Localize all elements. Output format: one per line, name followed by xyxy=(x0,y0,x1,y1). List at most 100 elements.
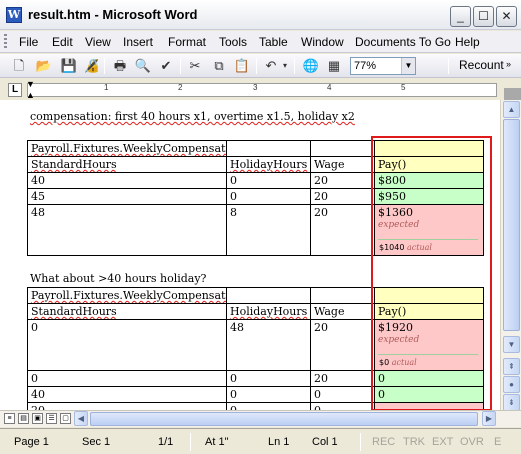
horizontal-scroll-thumb[interactable] xyxy=(90,412,478,426)
recount-button[interactable]: Recount xyxy=(459,58,504,72)
table-cell[interactable]: 20 xyxy=(310,188,375,205)
insert-hyperlink-icon[interactable]: 🌐 xyxy=(302,57,320,75)
undo-icon[interactable]: ↶ xyxy=(262,57,280,75)
pay-cell-pass[interactable]: $800 xyxy=(374,172,484,189)
maximize-button[interactable]: ☐ xyxy=(473,6,494,27)
new-document-icon[interactable]: 🗋 xyxy=(10,57,28,75)
tables-borders-icon[interactable]: ▦ xyxy=(325,57,343,75)
menu-tools[interactable]: Tools xyxy=(219,35,247,49)
next-page-icon[interactable]: ⇟ xyxy=(503,394,520,411)
status-rec[interactable]: REC xyxy=(372,436,395,448)
copy-icon[interactable]: ⧉ xyxy=(210,57,228,75)
fixture-name-cell[interactable]: Payroll.Fixtures.WeeklyCompensation xyxy=(27,287,227,304)
header-cell[interactable]: Wage xyxy=(310,303,375,320)
open-folder-icon[interactable]: 📂 xyxy=(35,57,53,75)
table-cell[interactable]: 40 xyxy=(27,386,227,403)
table-cell[interactable] xyxy=(226,140,311,157)
menu-format[interactable]: Format xyxy=(168,35,206,49)
toolbar-options-icon[interactable]: » xyxy=(506,59,511,69)
fixture-name-cell[interactable]: Payroll.Fixtures.WeeklyCompensation xyxy=(27,140,227,157)
minimize-button[interactable]: _ xyxy=(450,6,471,27)
pay-cell-partial[interactable] xyxy=(374,402,484,410)
menu-file[interactable]: File xyxy=(19,35,38,49)
ruler-bar[interactable] xyxy=(27,83,521,100)
table-cell[interactable]: 0 xyxy=(310,386,375,403)
table-cell[interactable] xyxy=(310,140,375,157)
menu-view[interactable]: View xyxy=(85,35,111,49)
document-page[interactable]: compensation: first 40 hours x1, overtim… xyxy=(0,100,500,410)
table-cell[interactable]: 20 xyxy=(27,402,227,410)
paste-icon[interactable]: 📋 xyxy=(233,57,251,75)
undo-dropdown-icon[interactable]: ▾ xyxy=(280,57,290,75)
close-button[interactable]: ✕ xyxy=(496,6,517,27)
menu-documents-to-go[interactable]: Documents To Go xyxy=(355,35,451,49)
table-cell[interactable] xyxy=(374,140,484,157)
menu-grip-icon[interactable] xyxy=(4,34,7,50)
table-cell[interactable]: 48 xyxy=(226,319,311,371)
print-layout-view-icon[interactable]: ▣ xyxy=(32,413,43,424)
table-cell[interactable]: 0 xyxy=(226,188,311,205)
table-cell[interactable]: 0 xyxy=(226,370,311,387)
status-trk[interactable]: TRK xyxy=(403,436,425,448)
status-ovr[interactable]: OVR xyxy=(460,436,484,448)
table-cell[interactable]: 0 xyxy=(27,370,227,387)
header-cell[interactable]: HolidayHours xyxy=(226,303,311,320)
select-browse-object-icon[interactable]: ● xyxy=(503,376,520,393)
scroll-thumb[interactable] xyxy=(503,119,520,331)
pay-cell-fail[interactable]: $1360 expected $1040 actual xyxy=(374,204,484,256)
table-cell[interactable]: 0 xyxy=(310,402,375,410)
table-cell[interactable]: 20 xyxy=(310,172,375,189)
menu-help[interactable]: Help xyxy=(455,35,480,49)
reading-layout-view-icon[interactable]: ▢ xyxy=(60,413,71,424)
previous-page-icon[interactable]: ⇞ xyxy=(503,358,520,375)
header-cell[interactable]: Pay() xyxy=(374,156,484,173)
scroll-left-icon[interactable]: ◀ xyxy=(74,411,88,426)
table-cell[interactable]: 45 xyxy=(27,188,227,205)
word-app-icon[interactable]: W xyxy=(6,7,22,23)
table-cell[interactable]: 0 xyxy=(27,319,227,371)
header-cell[interactable]: StandardHours xyxy=(27,156,227,173)
header-cell[interactable]: Wage xyxy=(310,156,375,173)
normal-view-icon[interactable]: ≡ xyxy=(4,413,15,424)
table-cell[interactable]: 8 xyxy=(226,204,311,256)
outline-view-icon[interactable]: ☰ xyxy=(46,413,57,424)
table-cell[interactable] xyxy=(374,287,484,304)
status-ext[interactable]: EXT xyxy=(432,436,453,448)
header-cell[interactable]: StandardHours xyxy=(27,303,227,320)
spelling-icon[interactable]: ✔ xyxy=(157,57,175,75)
scroll-up-icon[interactable]: ▲ xyxy=(503,101,520,118)
pay-cell-pass[interactable]: $950 xyxy=(374,188,484,205)
chevron-down-icon[interactable]: ▼ xyxy=(401,58,415,74)
table-cell[interactable]: 20 xyxy=(310,370,375,387)
zoom-select[interactable]: 77% ▼ xyxy=(350,57,416,75)
table-cell[interactable]: 40 xyxy=(27,172,227,189)
table-cell[interactable] xyxy=(226,287,311,304)
menu-edit[interactable]: Edit xyxy=(52,35,73,49)
menu-table[interactable]: Table xyxy=(259,35,288,49)
table-cell[interactable]: 20 xyxy=(310,319,375,371)
menu-insert[interactable]: Insert xyxy=(123,35,153,49)
tab-selector-icon[interactable]: L xyxy=(8,83,22,97)
pay-cell-fail[interactable]: $1920 expected $0 actual xyxy=(374,319,484,371)
table-cell[interactable]: 20 xyxy=(310,204,375,256)
header-cell[interactable]: HolidayHours xyxy=(226,156,311,173)
table-cell[interactable]: 0 xyxy=(226,386,311,403)
table-cell[interactable] xyxy=(310,287,375,304)
menu-window[interactable]: Window xyxy=(301,35,344,49)
table-cell[interactable]: 48 xyxy=(27,204,227,256)
header-cell[interactable]: Pay() xyxy=(374,303,484,320)
pay-cell-pass[interactable]: 0 xyxy=(374,370,484,387)
table-cell[interactable]: 0 xyxy=(226,172,311,189)
first-line-indent-icon[interactable]: ▼ xyxy=(26,80,35,89)
print-icon[interactable]: 🖶 xyxy=(111,57,129,75)
permission-icon[interactable]: 🔏 xyxy=(83,57,101,75)
hanging-indent-icon[interactable]: ▲ xyxy=(26,91,35,100)
table-cell[interactable]: 0 xyxy=(226,402,311,410)
scroll-down-icon[interactable]: ▼ xyxy=(503,336,520,353)
scroll-right-icon[interactable]: ▶ xyxy=(482,411,496,426)
cut-icon[interactable]: ✂ xyxy=(186,57,204,75)
print-preview-icon[interactable]: 🔍 xyxy=(134,57,152,75)
web-layout-view-icon[interactable]: ▤ xyxy=(18,413,29,424)
save-icon[interactable]: 💾 xyxy=(60,57,78,75)
vertical-scrollbar[interactable]: ▲ ▼ ⇞ ● ⇟ xyxy=(500,100,521,411)
